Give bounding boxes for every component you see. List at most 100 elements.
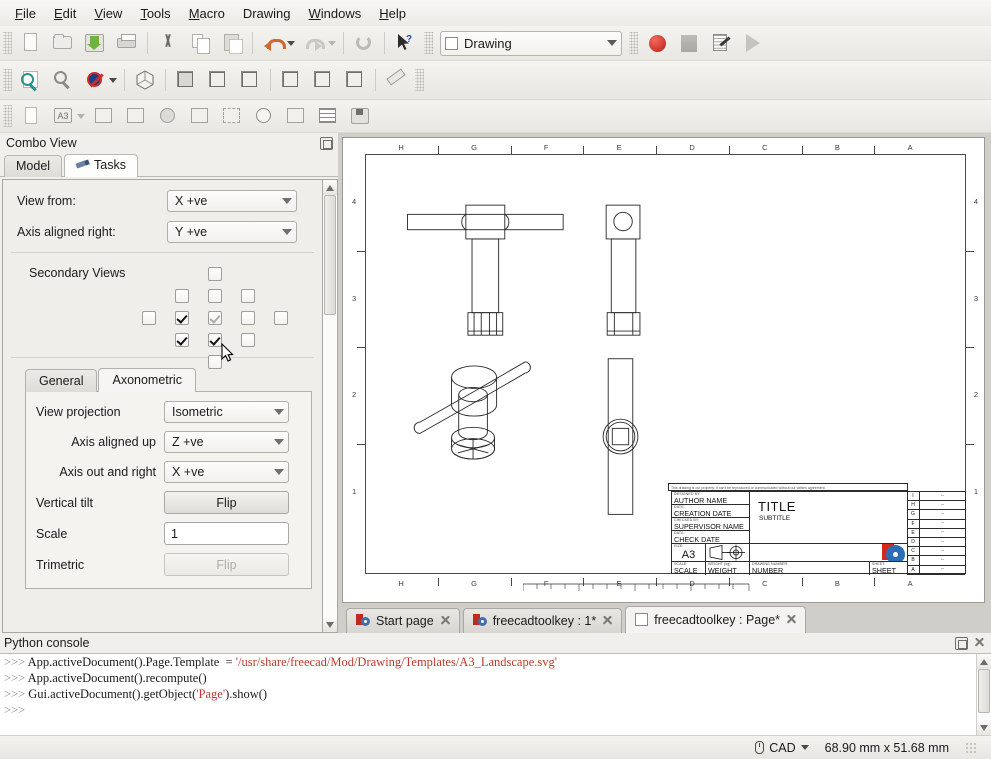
menu-item-edit[interactable]: Edit (45, 3, 85, 24)
export-page-svg-icon[interactable] (345, 102, 375, 130)
toolbar-grip[interactable] (3, 32, 12, 54)
insert-page-using-template-icon[interactable]: A3 (48, 102, 78, 130)
view-from-select[interactable]: X +ve (167, 190, 297, 212)
insert-view-icon[interactable] (89, 102, 119, 130)
close-tab-icon[interactable] (440, 615, 451, 626)
scrollbar-thumb[interactable] (978, 669, 990, 713)
tab-start-page[interactable]: Start page (346, 608, 460, 633)
print-icon[interactable] (112, 29, 142, 57)
open-document-icon[interactable] (48, 29, 78, 57)
scroll-up-arrow-icon[interactable] (977, 654, 991, 669)
python-console-scrollbar[interactable] (976, 654, 991, 735)
toolbar-grip[interactable] (424, 32, 433, 54)
close-tab-icon[interactable] (786, 614, 797, 625)
tab-model[interactable]: Model (4, 155, 63, 177)
checkbox-up-left[interactable] (175, 289, 189, 303)
checkbox-far-right[interactable] (274, 311, 288, 325)
refresh-icon[interactable] (349, 29, 379, 57)
tab-general[interactable]: General (25, 369, 98, 392)
view-projection-select[interactable]: Isometric (164, 401, 289, 423)
menu-item-file[interactable]: FFileile (6, 3, 45, 24)
left-view-icon[interactable] (340, 66, 370, 94)
menu-item-macro[interactable]: Macro (180, 3, 234, 24)
scrollbar-thumb[interactable] (324, 195, 336, 315)
isometric-view-icon[interactable] (130, 66, 160, 94)
resize-grip[interactable] (965, 741, 977, 754)
menu-item-help[interactable]: Help (370, 3, 415, 24)
checkbox-down-left[interactable] (175, 333, 189, 347)
save-document-icon[interactable] (80, 29, 110, 57)
rear-view-icon[interactable] (276, 66, 306, 94)
checkbox-down-right[interactable] (241, 333, 255, 347)
cut-icon[interactable] (153, 29, 183, 57)
template-dropdown-icon[interactable] (77, 113, 85, 119)
toolbar-grip[interactable] (629, 32, 638, 54)
new-document-icon[interactable] (16, 29, 46, 57)
insert-draft-view-icon[interactable] (217, 102, 247, 130)
scrollbar-track[interactable] (977, 669, 991, 720)
undock-panel-icon[interactable] (955, 636, 968, 650)
macro-edit-icon[interactable] (706, 29, 736, 57)
menu-item-windows[interactable]: Windows (300, 3, 371, 24)
axis-out-and-right-select[interactable]: X +ve (164, 461, 289, 483)
close-tab-icon[interactable] (602, 615, 613, 626)
undock-panel-icon[interactable] (320, 136, 333, 150)
checkbox-far-left[interactable] (142, 311, 156, 325)
fit-all-icon[interactable] (16, 66, 46, 94)
checkbox-left[interactable] (175, 311, 189, 325)
menu-item-drawing[interactable]: Drawing (234, 3, 300, 24)
checkbox-down-center[interactable] (208, 333, 222, 347)
insert-spreadsheet-view-icon[interactable] (313, 102, 343, 130)
checkbox-up-center[interactable] (208, 289, 222, 303)
insert-symbol-icon[interactable] (249, 102, 279, 130)
navigation-style-selector[interactable]: CAD (755, 741, 809, 755)
redo-dropdown-icon[interactable] (328, 40, 336, 46)
checkbox-right[interactable] (241, 311, 255, 325)
front-view-icon[interactable] (171, 66, 201, 94)
redo-icon[interactable] (299, 29, 329, 57)
insert-clip-icon[interactable] (153, 102, 183, 130)
toolbar-grip[interactable] (415, 69, 424, 91)
toolbar-grip[interactable] (3, 105, 12, 127)
workbench-selector[interactable]: Drawing (440, 30, 622, 56)
scroll-up-arrow-icon[interactable] (323, 180, 337, 195)
paste-icon[interactable] (217, 29, 247, 57)
insert-projection-group-icon[interactable] (121, 102, 151, 130)
checkbox-bottom-far[interactable] (208, 355, 222, 369)
menu-item-tools[interactable]: Tools (131, 3, 179, 24)
macro-record-icon[interactable] (642, 29, 672, 57)
measure-icon[interactable] (381, 66, 411, 94)
tab-freecadtoolkey-page[interactable]: freecadtoolkey : Page* (625, 606, 807, 633)
insert-draft-workbench-icon[interactable] (281, 102, 311, 130)
task-panel-scrollbar[interactable] (323, 179, 338, 633)
close-panel-icon[interactable] (974, 637, 985, 648)
draw-style-dropdown-icon[interactable] (109, 77, 117, 83)
checkbox-top-far[interactable] (208, 267, 222, 281)
macro-stop-icon[interactable] (674, 29, 704, 57)
axis-aligned-up-select[interactable]: Z +ve (164, 431, 289, 453)
axis-aligned-right-select[interactable]: Y +ve (167, 221, 297, 243)
undo-dropdown-icon[interactable] (287, 40, 295, 46)
macro-execute-icon[interactable] (738, 29, 768, 57)
right-view-icon[interactable] (235, 66, 265, 94)
tab-axonometric[interactable]: Axonometric (98, 368, 196, 392)
bottom-view-icon[interactable] (308, 66, 338, 94)
drawing-canvas[interactable]: HHGGFFEEDDCCBBAA44332211 DESIGNED BY: AU… (342, 137, 985, 603)
scroll-down-arrow-icon[interactable] (323, 617, 337, 632)
insert-new-page-icon[interactable] (16, 102, 46, 130)
insert-annotation-icon[interactable] (185, 102, 215, 130)
tab-tasks[interactable]: Tasks (64, 154, 138, 177)
copy-icon[interactable] (185, 29, 215, 57)
undo-icon[interactable] (258, 29, 288, 57)
menu-item-view[interactable]: View (85, 3, 131, 24)
draw-style-icon[interactable] (80, 66, 110, 94)
scale-input[interactable]: 1 (164, 522, 289, 545)
python-console-output[interactable]: >>> App.activeDocument().Page.Template =… (0, 653, 991, 735)
toolbar-grip[interactable] (3, 69, 12, 91)
whats-this-icon[interactable]: ? (390, 29, 420, 57)
checkbox-up-right[interactable] (241, 289, 255, 303)
tab-freecadtoolkey-1[interactable]: freecadtoolkey : 1* (462, 608, 623, 633)
scroll-down-arrow-icon[interactable] (977, 720, 991, 735)
vertical-tilt-flip-button[interactable]: Flip (164, 491, 289, 514)
fit-selection-icon[interactable] (48, 66, 78, 94)
